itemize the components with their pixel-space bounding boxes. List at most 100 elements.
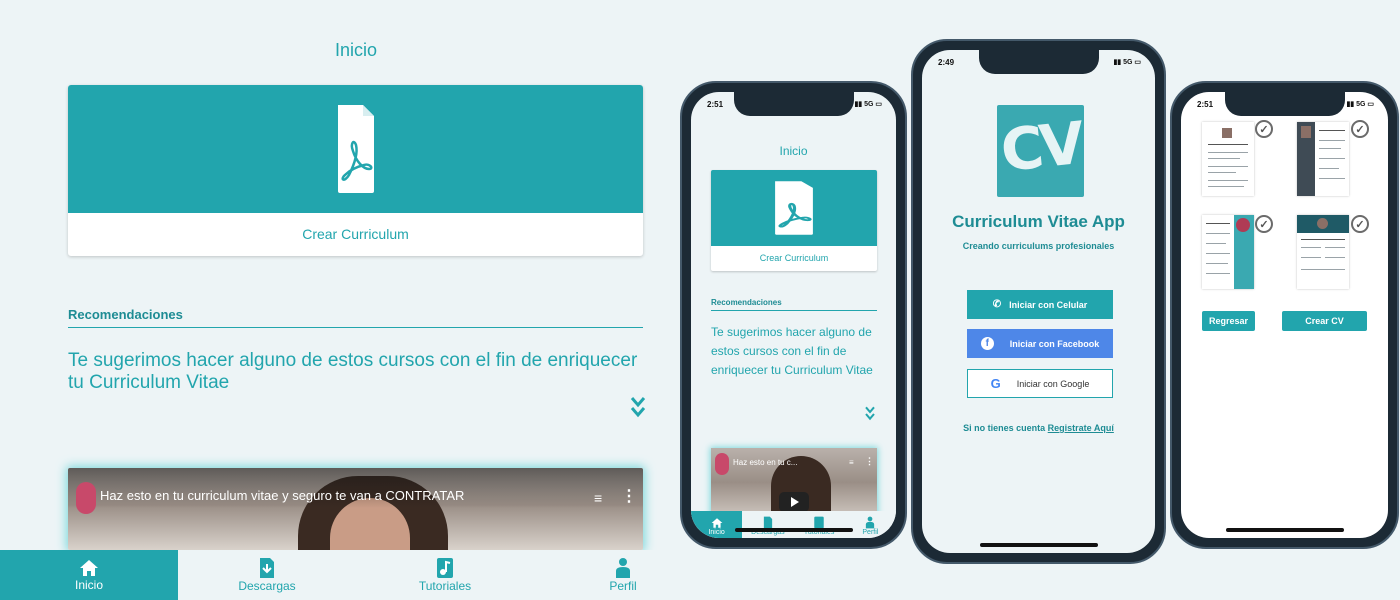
- create-cv-label: Crear Curriculum: [302, 226, 409, 242]
- nav-label-perfil: Perfil: [609, 579, 637, 593]
- nav-item-inicio[interactable]: Inicio: [691, 511, 743, 538]
- phone-notch: [1224, 92, 1345, 116]
- cv-line: [1206, 223, 1230, 224]
- cv-template-2[interactable]: [1297, 122, 1349, 196]
- cv-line: [1206, 273, 1230, 274]
- cv-line: [1206, 233, 1230, 234]
- recommendations-text: Te sugerimos hacer alguno de estos curso…: [68, 350, 638, 393]
- cv-line: [1208, 172, 1236, 173]
- chevron-double-down-icon[interactable]: [630, 396, 646, 420]
- nav-label-descargas: Descargas: [238, 579, 296, 593]
- playlist-icon[interactable]: ≡: [849, 458, 854, 467]
- pdf-file-icon: [775, 181, 813, 235]
- cv-line: [1319, 178, 1345, 179]
- signal-icon: ▮▮: [1113, 59, 1124, 66]
- cv-photo: [1301, 126, 1311, 138]
- signal-icon: ▮▮: [1346, 101, 1357, 108]
- battery-icon: ▭: [1365, 101, 1374, 108]
- nav-label-perfil: Perfil: [862, 529, 879, 536]
- create-cv-button[interactable]: Crear CV: [1282, 311, 1367, 331]
- cv-line: [1325, 247, 1345, 248]
- cv-photo: [1317, 218, 1328, 229]
- cv-line: [1208, 180, 1248, 181]
- phone-icon: ✆: [992, 299, 1002, 310]
- home-icon: [711, 517, 723, 528]
- cv-line: [1208, 152, 1248, 153]
- channel-avatar[interactable]: [76, 482, 96, 514]
- create-cv-card-banner: [68, 85, 643, 213]
- recommendations-heading: Recomendaciones: [68, 307, 183, 322]
- pdf-file-icon: [338, 105, 374, 193]
- video-title[interactable]: Haz esto en tu c...: [733, 458, 797, 467]
- select-check-icon[interactable]: ✓: [1255, 120, 1273, 138]
- login-facebook-button[interactable]: f Iniciar con Facebook: [967, 329, 1113, 358]
- signup-prompt: Si no tienes cuenta Registrate Aquí: [922, 423, 1155, 433]
- home-indicator[interactable]: [734, 528, 853, 532]
- app-name: Curriculum Vitae App: [952, 212, 1125, 231]
- phone-screen: 2:51 ▮▮ 5G ▭ Inicio Crear Curriculum Rec…: [691, 92, 896, 538]
- cv-line: [1319, 148, 1341, 149]
- nav-item-tutoriales[interactable]: Tutoriales: [794, 511, 845, 538]
- select-check-icon[interactable]: ✓: [1255, 215, 1273, 233]
- select-check-icon[interactable]: ✓: [1351, 215, 1369, 233]
- status-time: 2:49: [938, 58, 955, 67]
- create-cv-card[interactable]: Crear Curriculum: [711, 170, 877, 271]
- recommendations-text: Te sugerimos hacer alguno de estos curso…: [711, 325, 873, 377]
- phone-notch: [978, 50, 1099, 74]
- more-options-icon[interactable]: ⋮: [621, 486, 637, 506]
- recommendations-divider: [711, 310, 877, 311]
- user-icon: [866, 516, 875, 529]
- app-logo: CV: [997, 105, 1084, 197]
- back-button[interactable]: Regresar: [1202, 311, 1255, 331]
- cv-line: [1206, 253, 1230, 254]
- status-signal: ▮▮ 5G ▭: [854, 100, 882, 108]
- battery-icon: ▭: [1132, 59, 1141, 66]
- cv-line: [1206, 263, 1228, 264]
- cv-line: [1319, 140, 1345, 141]
- cv-line: [1301, 247, 1321, 248]
- chevron-double-down-icon[interactable]: [864, 406, 876, 422]
- google-icon: G: [990, 376, 1001, 391]
- nav-item-inicio[interactable]: Inicio: [0, 550, 178, 600]
- cv-template-4[interactable]: [1297, 215, 1349, 289]
- create-cv-card[interactable]: Crear Curriculum: [68, 85, 643, 256]
- home-indicator[interactable]: [1225, 528, 1344, 532]
- cv-line: [1301, 239, 1345, 240]
- cv-line: [1319, 130, 1345, 131]
- cv-template-3[interactable]: [1202, 215, 1254, 289]
- signup-link[interactable]: Registrate Aquí: [1048, 423, 1114, 433]
- nav-item-perfil[interactable]: Perfil: [845, 511, 896, 538]
- nav-item-descargas[interactable]: Descargas: [178, 550, 356, 600]
- download-icon: [260, 558, 274, 578]
- status-signal: ▮▮ 5G ▭: [1113, 58, 1141, 66]
- cv-line: [1319, 168, 1339, 169]
- recommendations-heading: Recomendaciones: [711, 298, 782, 307]
- app-logo-text: CV: [997, 109, 1084, 185]
- playlist-icon[interactable]: ≡: [594, 490, 602, 506]
- play-icon[interactable]: [779, 492, 809, 512]
- cv-line: [1208, 166, 1248, 167]
- nav-item-descargas[interactable]: Descargas: [742, 511, 793, 538]
- cv-line: [1208, 144, 1248, 145]
- more-options-icon[interactable]: ⋮: [865, 456, 874, 467]
- video-player[interactable]: Haz esto en tu curriculum vitae y seguro…: [68, 468, 643, 550]
- cv-line: [1208, 158, 1240, 159]
- select-check-icon[interactable]: ✓: [1351, 120, 1369, 138]
- cv-template-1[interactable]: [1202, 122, 1254, 196]
- bottom-nav: Inicio Descargas Tutoriales Perfil: [691, 511, 896, 538]
- phone-screen: 2:49 ▮▮ 5G ▭ CV Curriculum Vitae App Cre…: [922, 50, 1155, 553]
- video-title[interactable]: Haz esto en tu curriculum vitae y seguro…: [100, 488, 464, 503]
- nav-label-inicio: Inicio: [708, 528, 725, 536]
- signal-icon: ▮▮: [854, 101, 865, 108]
- home-indicator[interactable]: [979, 543, 1098, 547]
- nav-item-tutoriales[interactable]: Tutoriales: [356, 550, 534, 600]
- login-phone-button[interactable]: ✆ Iniciar con Celular: [967, 290, 1113, 319]
- create-cv-label: Crear Curriculum: [759, 253, 829, 263]
- cv-photo: [1236, 218, 1250, 232]
- login-google-button[interactable]: G Iniciar con Google: [967, 369, 1113, 398]
- phone-templates-screen: 2:51 ▮▮ 5G ▭ ✓ ✓ ✓ ✓ Regresar Crear CV: [1170, 81, 1399, 549]
- login-phone-label: Iniciar con Celular: [1009, 299, 1088, 310]
- channel-avatar[interactable]: [715, 453, 729, 475]
- app-subtitle: Creando curriculums profesionales: [962, 241, 1115, 251]
- nav-item-perfil[interactable]: Perfil: [534, 550, 712, 600]
